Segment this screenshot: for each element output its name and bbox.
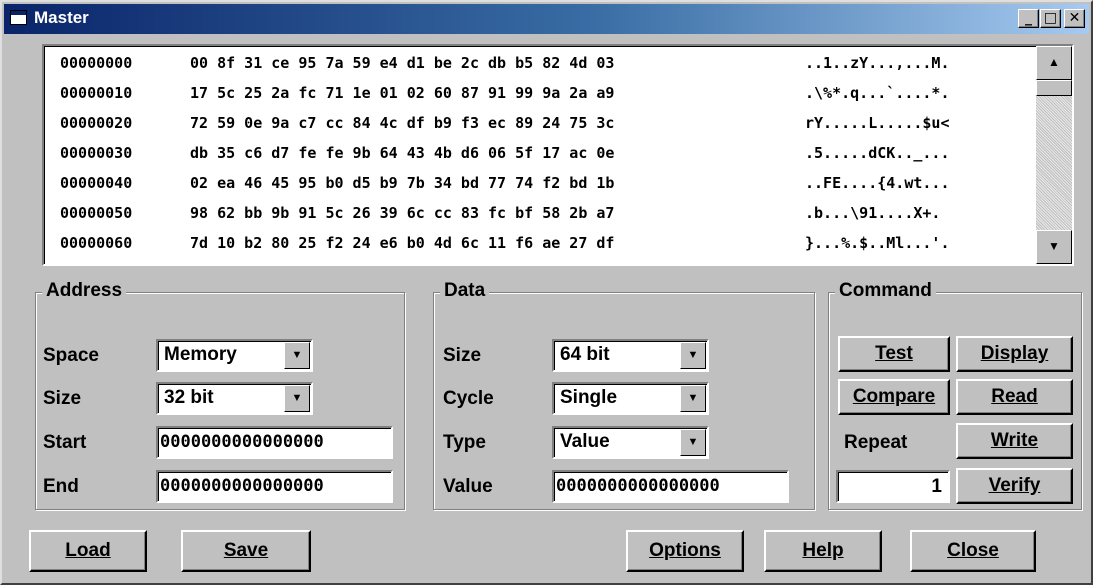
display-label: Display — [980, 343, 1049, 364]
data-cycle-value: Single — [560, 387, 618, 408]
address-space-value: Memory — [164, 344, 237, 365]
read-button[interactable]: Read — [956, 379, 1073, 415]
compare-label: Compare — [852, 386, 936, 407]
minimize-button[interactable]: _ — [1018, 9, 1039, 28]
chevron-down-icon[interactable]: ▼ — [284, 342, 310, 369]
chevron-down-icon[interactable]: ▼ — [284, 385, 310, 412]
address-size-label: Size — [43, 388, 82, 409]
options-button[interactable]: Options — [626, 530, 744, 572]
data-size-label: Size — [443, 345, 482, 366]
address-end-field[interactable]: 0000000000000000 — [156, 470, 393, 503]
data-size-select[interactable]: 64 bit ▼ — [552, 339, 709, 372]
hex-address: 00000030 — [60, 144, 133, 162]
hex-address: 00000000 — [60, 54, 133, 72]
chevron-down-icon[interactable]: ▼ — [680, 429, 706, 456]
hex-bytes: 00 8f 31 ce 95 7a 59 e4 d1 be 2c db b5 8… — [190, 54, 615, 72]
hex-ascii: .\%*.q...`....*. — [805, 84, 950, 102]
hex-ascii: ..1..zY...,...M. — [805, 54, 950, 72]
hex-ascii: }...%.$..Ml...'. — [805, 234, 950, 252]
address-start-field[interactable]: 0000000000000000 — [156, 426, 393, 459]
help-label: Help — [802, 540, 844, 561]
address-end-label: End — [43, 476, 79, 497]
write-label: Write — [990, 430, 1039, 451]
data-type-value: Value — [560, 431, 610, 452]
address-space-label: Space — [43, 345, 99, 366]
save-button[interactable]: Save — [181, 530, 311, 572]
address-size-select[interactable]: 32 bit ▼ — [156, 382, 313, 415]
test-label: Test — [875, 343, 913, 364]
maximize-button[interactable]: □ — [1040, 9, 1061, 28]
hex-address: 00000060 — [60, 234, 133, 252]
data-size-value: 64 bit — [560, 344, 610, 365]
write-button[interactable]: Write — [956, 423, 1073, 459]
verify-button[interactable]: Verify — [956, 468, 1073, 504]
window-icon — [10, 10, 27, 25]
data-legend: Data — [440, 280, 490, 302]
close-window-button[interactable]: ✕ — [1064, 9, 1085, 28]
chevron-down-icon[interactable]: ▼ — [680, 385, 706, 412]
chevron-down-icon[interactable]: ▼ — [680, 342, 706, 369]
hex-bytes: 98 62 bb 9b 91 5c 26 39 6c cc 83 fc bf 5… — [190, 204, 615, 222]
address-start-label: Start — [43, 432, 87, 453]
hex-ascii: .b...\91....X+. — [805, 204, 941, 222]
close-button[interactable]: Close — [910, 530, 1036, 572]
hex-bytes: db 35 c6 d7 fe fe 9b 64 43 4b d6 06 5f 1… — [190, 144, 615, 162]
scroll-up-icon[interactable]: ▲ — [1036, 46, 1072, 80]
command-legend: Command — [835, 280, 936, 302]
data-type-select[interactable]: Value ▼ — [552, 426, 709, 459]
address-space-select[interactable]: Memory ▼ — [156, 339, 313, 372]
load-button[interactable]: Load — [29, 530, 147, 572]
data-value-field[interactable]: 0000000000000000 — [552, 470, 789, 503]
scroll-thumb[interactable] — [1036, 80, 1072, 96]
hex-ascii: rY.....L.....$u< — [805, 114, 950, 132]
hex-address: 00000020 — [60, 114, 133, 132]
close-label: Close — [947, 540, 999, 561]
hex-address: 00000010 — [60, 84, 133, 102]
window-title: Master — [34, 8, 89, 27]
display-button[interactable]: Display — [956, 336, 1073, 372]
hex-dump-view[interactable]: 00000000 00 8f 31 ce 95 7a 59 e4 d1 be 2c… — [42, 44, 1074, 266]
test-button[interactable]: Test — [838, 336, 950, 372]
master-window: Master _ □ ✕ 00000000 00 8f 31 ce 95 7a 5… — [0, 0, 1093, 585]
hex-address: 00000040 — [60, 174, 133, 192]
hex-address: 00000050 — [60, 204, 133, 222]
repeat-count-field[interactable]: 1 — [836, 470, 950, 503]
scroll-down-icon[interactable]: ▼ — [1036, 230, 1072, 264]
data-cycle-select[interactable]: Single ▼ — [552, 382, 709, 415]
hex-bytes: 17 5c 25 2a fc 71 1e 01 02 60 87 91 99 9… — [190, 84, 615, 102]
options-label: Options — [649, 540, 721, 561]
address-legend: Address — [42, 280, 127, 302]
hex-ascii: .5.....dCK.._... — [805, 144, 950, 162]
data-cycle-label: Cycle — [443, 388, 494, 409]
hex-bytes: 7d 10 b2 80 25 f2 24 e6 b0 4d 6c 11 f6 a… — [190, 234, 615, 252]
help-button[interactable]: Help — [764, 530, 882, 572]
hex-ascii: ..FE....{4.wt... — [805, 174, 950, 192]
title-bar[interactable]: Master _ □ ✕ — [4, 4, 1089, 34]
compare-button[interactable]: Compare — [838, 379, 950, 415]
data-value-label: Value — [443, 476, 493, 497]
vertical-scrollbar[interactable]: ▲ ▼ — [1036, 46, 1072, 264]
verify-label: Verify — [988, 475, 1041, 496]
hex-bytes: 72 59 0e 9a c7 cc 84 4c df b9 f3 ec 89 2… — [190, 114, 615, 132]
load-label: Load — [65, 540, 111, 561]
read-label: Read — [991, 386, 1038, 407]
save-label: Save — [223, 540, 269, 561]
hex-bytes: 02 ea 46 45 95 b0 d5 b9 7b 34 bd 77 74 f… — [190, 174, 615, 192]
data-type-label: Type — [443, 432, 486, 453]
address-size-value: 32 bit — [164, 387, 214, 408]
repeat-label: Repeat — [844, 432, 908, 453]
